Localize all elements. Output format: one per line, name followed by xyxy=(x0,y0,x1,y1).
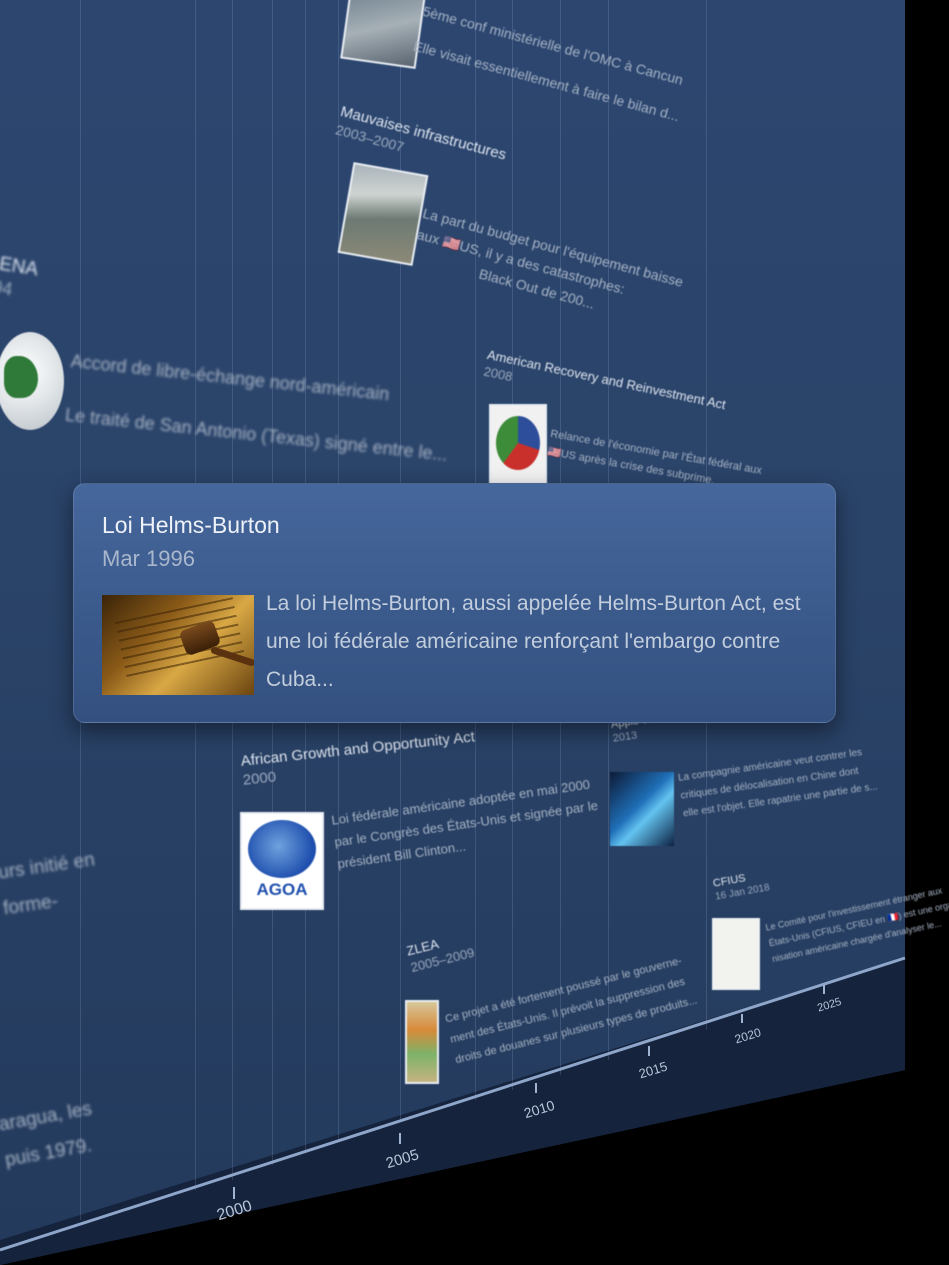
timeline-view: 2000 2005 2010 2015 2020 2025 5ème conf … xyxy=(0,0,949,1265)
year-tick xyxy=(741,1014,743,1023)
year-tick xyxy=(535,1083,537,1093)
focused-event-title: Loi Helms-Burton xyxy=(102,512,280,538)
arra-logo-emblem xyxy=(496,416,540,470)
year-tick xyxy=(648,1046,650,1056)
zlea-map[interactable] xyxy=(405,1000,439,1084)
focused-event-card[interactable]: Loi Helms-Burton Mar 1996 La loi Helms-B… xyxy=(73,483,836,723)
agoa-logo[interactable]: AGOA xyxy=(240,812,324,910)
omc-photo[interactable] xyxy=(340,0,426,69)
arra-logo[interactable] xyxy=(489,404,547,484)
north-america-shape xyxy=(4,356,38,398)
year-tick xyxy=(399,1133,401,1144)
apple-photo[interactable] xyxy=(610,772,674,846)
event-alena[interactable]: ALENA 1994 xyxy=(0,250,40,304)
document-lines xyxy=(115,597,245,681)
gavel-document-image[interactable] xyxy=(102,595,254,695)
year-tick xyxy=(823,985,825,994)
agoa-logo-text: AGOA xyxy=(256,880,308,899)
year-tick xyxy=(233,1187,235,1199)
event-left-partial-1[interactable]: urs initié en forme- xyxy=(0,842,102,927)
cfius-document[interactable] xyxy=(712,918,760,990)
focused-event-summary: La loi Helms-Burton, aussi appelée Helms… xyxy=(266,592,801,691)
focused-event-date: Mar 1996 xyxy=(102,546,195,571)
agoa-globe xyxy=(248,820,316,878)
